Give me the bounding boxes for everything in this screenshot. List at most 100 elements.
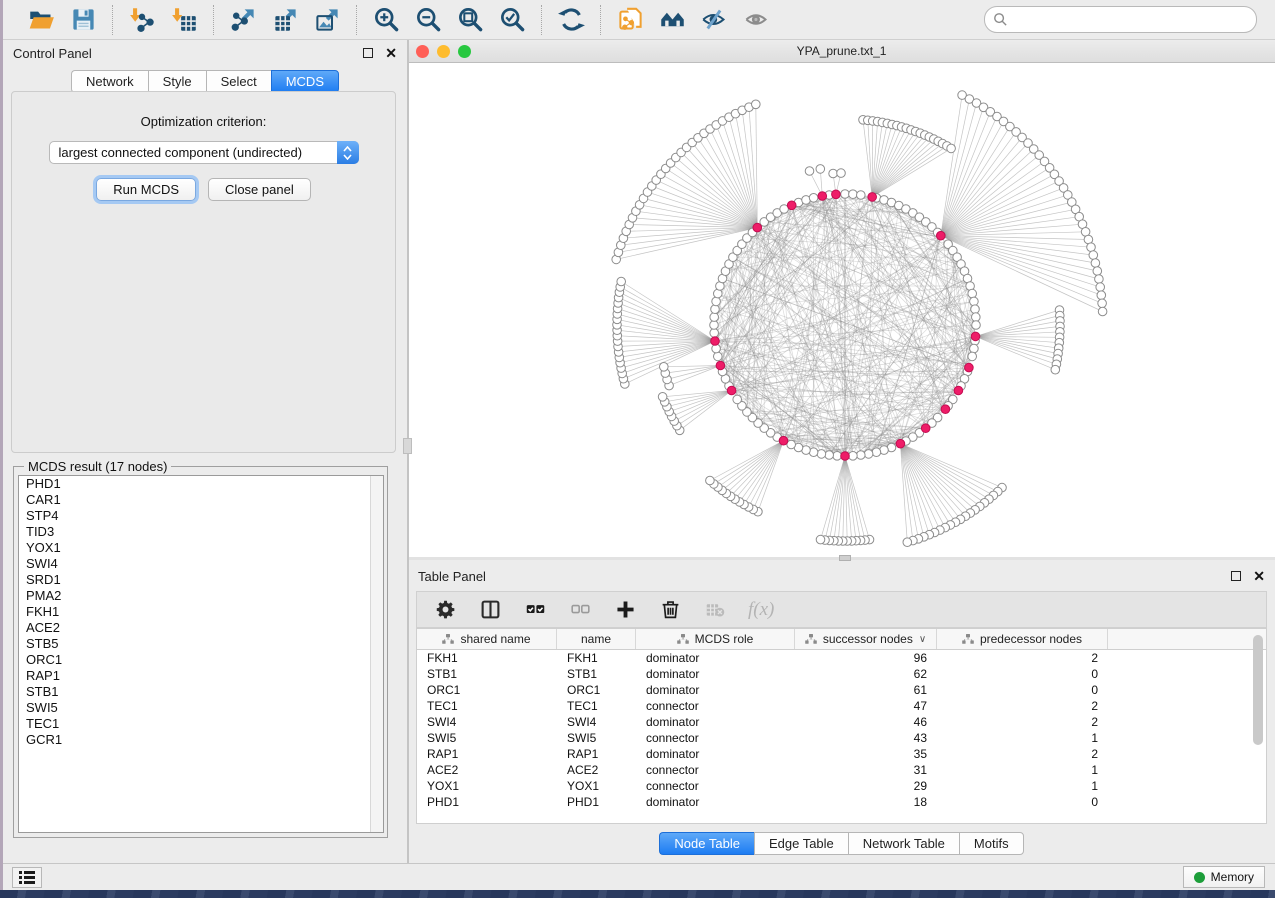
mcds-result-item[interactable]: GCR1: [19, 732, 383, 748]
table-row[interactable]: FKH1FKH1dominator962: [417, 650, 1266, 666]
mcds-dominator-node[interactable]: [753, 223, 762, 232]
control-panel-float-button[interactable]: [363, 48, 373, 58]
clone-network-button[interactable]: [615, 5, 645, 35]
table-row[interactable]: PHD1PHD1dominator180: [417, 794, 1266, 810]
mcds-dominator-node[interactable]: [896, 439, 905, 448]
mcds-dominator-node[interactable]: [868, 193, 877, 202]
mcds-result-item[interactable]: SRD1: [19, 572, 383, 588]
mcds-dominator-node[interactable]: [787, 201, 796, 210]
network-canvas[interactable]: [408, 63, 1275, 560]
mcds-result-item[interactable]: ACE2: [19, 620, 383, 636]
mcds-dominator-node[interactable]: [841, 452, 850, 461]
column-header-MCDS-role[interactable]: MCDS role: [636, 629, 795, 649]
mcds-result-item[interactable]: RAP1: [19, 668, 383, 684]
mcds-dominator-node[interactable]: [727, 386, 736, 395]
mcds-dominator-node[interactable]: [921, 424, 930, 433]
add-row-button[interactable]: [613, 598, 637, 622]
mcds-result-item[interactable]: PHD1: [19, 476, 383, 492]
mcds-result-item[interactable]: CAR1: [19, 492, 383, 508]
zoom-fit-button[interactable]: [455, 5, 485, 35]
export-network-button[interactable]: [228, 5, 258, 35]
criterion-dropdown[interactable]: largest connected component (undirected): [49, 141, 359, 164]
import-table-button[interactable]: [169, 5, 199, 35]
column-header-predecessor-nodes[interactable]: predecessor nodes: [937, 629, 1108, 649]
mcds-result-item[interactable]: SWI5: [19, 700, 383, 716]
mcds-result-item[interactable]: PMA2: [19, 588, 383, 604]
tab-motifs[interactable]: Motifs: [959, 832, 1024, 855]
table-row[interactable]: RAP1RAP1dominator352: [417, 746, 1266, 762]
show-column-button[interactable]: [478, 598, 502, 622]
mcds-result-item[interactable]: STB5: [19, 636, 383, 652]
zoom-out-button[interactable]: [413, 5, 443, 35]
export-image-button[interactable]: [312, 5, 342, 35]
column-header-successor-nodes[interactable]: successor nodes∨: [795, 629, 937, 649]
task-history-button[interactable]: [12, 867, 42, 888]
mcds-dominator-node[interactable]: [954, 386, 963, 395]
mcds-dominator-node[interactable]: [971, 332, 980, 341]
table-row[interactable]: SWI5SWI5connector431: [417, 730, 1266, 746]
table-row[interactable]: YOX1YOX1connector291: [417, 778, 1266, 794]
zoom-selected-button[interactable]: [497, 5, 527, 35]
mcds-dominator-node[interactable]: [832, 190, 841, 199]
mcds-result-item[interactable]: TEC1: [19, 716, 383, 732]
mcds-result-item[interactable]: STP4: [19, 508, 383, 524]
run-mcds-button[interactable]: Run MCDS: [96, 178, 196, 201]
mcds-result-list[interactable]: PHD1CAR1STP4TID3YOX1SWI4SRD1PMA2FKH1ACE2…: [18, 475, 384, 833]
window-close-icon[interactable]: [416, 45, 429, 58]
mcds-dominator-node[interactable]: [965, 363, 974, 372]
mcds-result-scrollbar[interactable]: [370, 476, 383, 832]
close-panel-button[interactable]: Close panel: [208, 178, 311, 201]
mcds-dominator-node[interactable]: [711, 337, 720, 346]
import-network-button[interactable]: [127, 5, 157, 35]
window-minimize-icon[interactable]: [437, 45, 450, 58]
column-header-shared-name[interactable]: shared name: [417, 629, 557, 649]
mcds-dominator-node[interactable]: [818, 192, 827, 201]
open-file-button[interactable]: [26, 5, 56, 35]
table-panel-close-button[interactable]: ✕: [1253, 571, 1265, 581]
tab-mcds[interactable]: MCDS: [271, 70, 339, 93]
tab-node-table[interactable]: Node Table: [659, 832, 754, 855]
vertical-splitter-handle[interactable]: [403, 438, 412, 454]
column-header-name[interactable]: name: [557, 629, 636, 649]
control-panel-close-button[interactable]: ✕: [385, 48, 397, 58]
mcds-dominator-node[interactable]: [937, 231, 946, 240]
show-all-button[interactable]: [741, 5, 771, 35]
select-all-button[interactable]: [523, 598, 547, 622]
table-row[interactable]: SWI4SWI4dominator462: [417, 714, 1266, 730]
first-neighbors-button[interactable]: [657, 5, 687, 35]
mcds-result-item[interactable]: FKH1: [19, 604, 383, 620]
mcds-dominator-node[interactable]: [716, 361, 725, 370]
mcds-result-item[interactable]: STB1: [19, 684, 383, 700]
mcds-dominator-node[interactable]: [941, 405, 950, 414]
window-zoom-icon[interactable]: [458, 45, 471, 58]
table-row[interactable]: ACE2ACE2connector311: [417, 762, 1266, 778]
memory-button[interactable]: Memory: [1183, 866, 1265, 888]
deselect-all-button[interactable]: [568, 598, 592, 622]
tab-style[interactable]: Style: [148, 70, 206, 93]
table-scrollbar-thumb[interactable]: [1253, 635, 1263, 745]
export-table-button[interactable]: [270, 5, 300, 35]
refresh-layout-button[interactable]: [556, 5, 586, 35]
tab-network[interactable]: Network: [71, 70, 148, 93]
function-builder-button[interactable]: f(x): [748, 599, 774, 621]
table-row[interactable]: TEC1TEC1connector472: [417, 698, 1266, 714]
table-row[interactable]: ORC1ORC1dominator610: [417, 682, 1266, 698]
delete-table-button[interactable]: [703, 598, 727, 622]
table-panel-float-button[interactable]: [1231, 571, 1241, 581]
mcds-result-item[interactable]: TID3: [19, 524, 383, 540]
hide-selected-button[interactable]: [699, 5, 729, 35]
tab-select[interactable]: Select: [206, 70, 271, 93]
mcds-result-item[interactable]: YOX1: [19, 540, 383, 556]
mcds-result-item[interactable]: ORC1: [19, 652, 383, 668]
delete-row-button[interactable]: [658, 598, 682, 622]
zoom-in-button[interactable]: [371, 5, 401, 35]
save-session-button[interactable]: [68, 5, 98, 35]
tab-edge-table[interactable]: Edge Table: [754, 832, 848, 855]
horizontal-splitter-handle[interactable]: [839, 555, 851, 561]
table-row[interactable]: STB1STB1dominator620: [417, 666, 1266, 682]
tab-network-table[interactable]: Network Table: [848, 832, 959, 855]
search-input[interactable]: [984, 6, 1257, 33]
mcds-dominator-node[interactable]: [779, 436, 788, 445]
table-settings-button[interactable]: [433, 598, 457, 622]
mcds-result-item[interactable]: SWI4: [19, 556, 383, 572]
